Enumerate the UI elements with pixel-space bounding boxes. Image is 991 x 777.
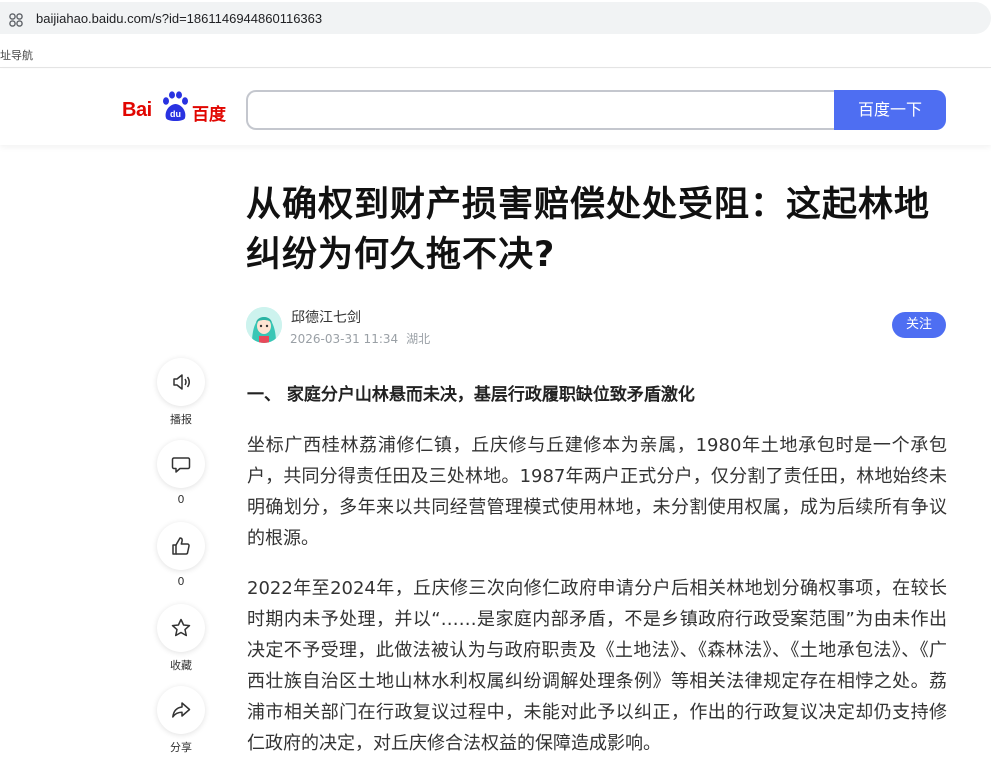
share-action[interactable]: 分享 — [157, 686, 205, 755]
speaker-icon — [173, 374, 190, 390]
comment-button[interactable] — [157, 440, 205, 488]
listen-action[interactable]: 播报 — [157, 358, 205, 427]
listen-label: 播报 — [170, 413, 192, 426]
comment-action[interactable]: 0 — [157, 440, 205, 506]
comment-icon — [171, 457, 191, 473]
avatar-image-icon — [246, 307, 282, 343]
search-button[interactable]: 百度一下 — [834, 90, 946, 130]
site-settings-icon[interactable] — [8, 12, 24, 28]
article-title: 从确权到财产损害赔偿处处受阻：这起林地纠纷为何久拖不决? — [246, 185, 931, 275]
author-name[interactable]: 邱德江七剑 — [291, 307, 361, 327]
favorite-button[interactable] — [157, 604, 205, 652]
like-button[interactable] — [157, 522, 205, 570]
follow-button[interactable]: 关注 — [892, 312, 946, 338]
share-icon — [172, 702, 191, 718]
site-header: Bai du 百度 百度一下 — [0, 69, 991, 145]
listen-button[interactable] — [157, 358, 205, 406]
star-icon — [171, 618, 191, 637]
url-field[interactable]: baijiahao.baidu.com/s?id=186114694486011… — [0, 2, 991, 34]
logo-bai-text: Bai — [122, 99, 152, 121]
share-label: 分享 — [170, 741, 192, 754]
like-action[interactable]: 0 — [157, 522, 205, 588]
comment-count: 0 — [177, 493, 185, 506]
article-paragraph: 2022年至2024年，丘庆修三次向修仁政府申请分户后相关林地划分确权事项，在较… — [247, 578, 947, 754]
bookmarks-bar: 址导航 — [0, 40, 991, 68]
publish-location: 湖北 — [406, 332, 431, 346]
favorite-action[interactable]: 收藏 — [157, 604, 205, 673]
url-text[interactable]: baijiahao.baidu.com/s?id=186114694486011… — [36, 11, 322, 26]
publish-datetime: 2026-03-31 11:34 — [290, 332, 399, 346]
bookmark-item[interactable]: 址导航 — [0, 47, 33, 63]
paw-logo-icon: du — [163, 91, 188, 121]
article-paragraph: 坐标广西桂林荔浦修仁镇，丘庆修与丘建修本为亲属，1980年土地承包时是一个承包户… — [247, 435, 947, 549]
logo-baidu-name: 百度 — [192, 105, 226, 125]
like-count: 0 — [177, 575, 185, 588]
address-bar[interactable]: baijiahao.baidu.com/s?id=186114694486011… — [0, 0, 991, 36]
thumbs-up-icon — [172, 537, 190, 555]
search-input[interactable] — [246, 90, 836, 130]
article-meta: 2026-03-31 11:34 湖北 — [290, 330, 438, 347]
author-avatar[interactable] — [246, 307, 282, 343]
baidu-logo[interactable]: Bai du 百度 — [122, 91, 232, 127]
section-heading: 一、 家庭分户山林悬而未决，基层行政履职缺位致矛盾激化 — [247, 385, 695, 405]
share-button[interactable] — [157, 686, 205, 734]
favorite-label: 收藏 — [170, 659, 192, 672]
logo-du-text: du — [170, 109, 181, 119]
